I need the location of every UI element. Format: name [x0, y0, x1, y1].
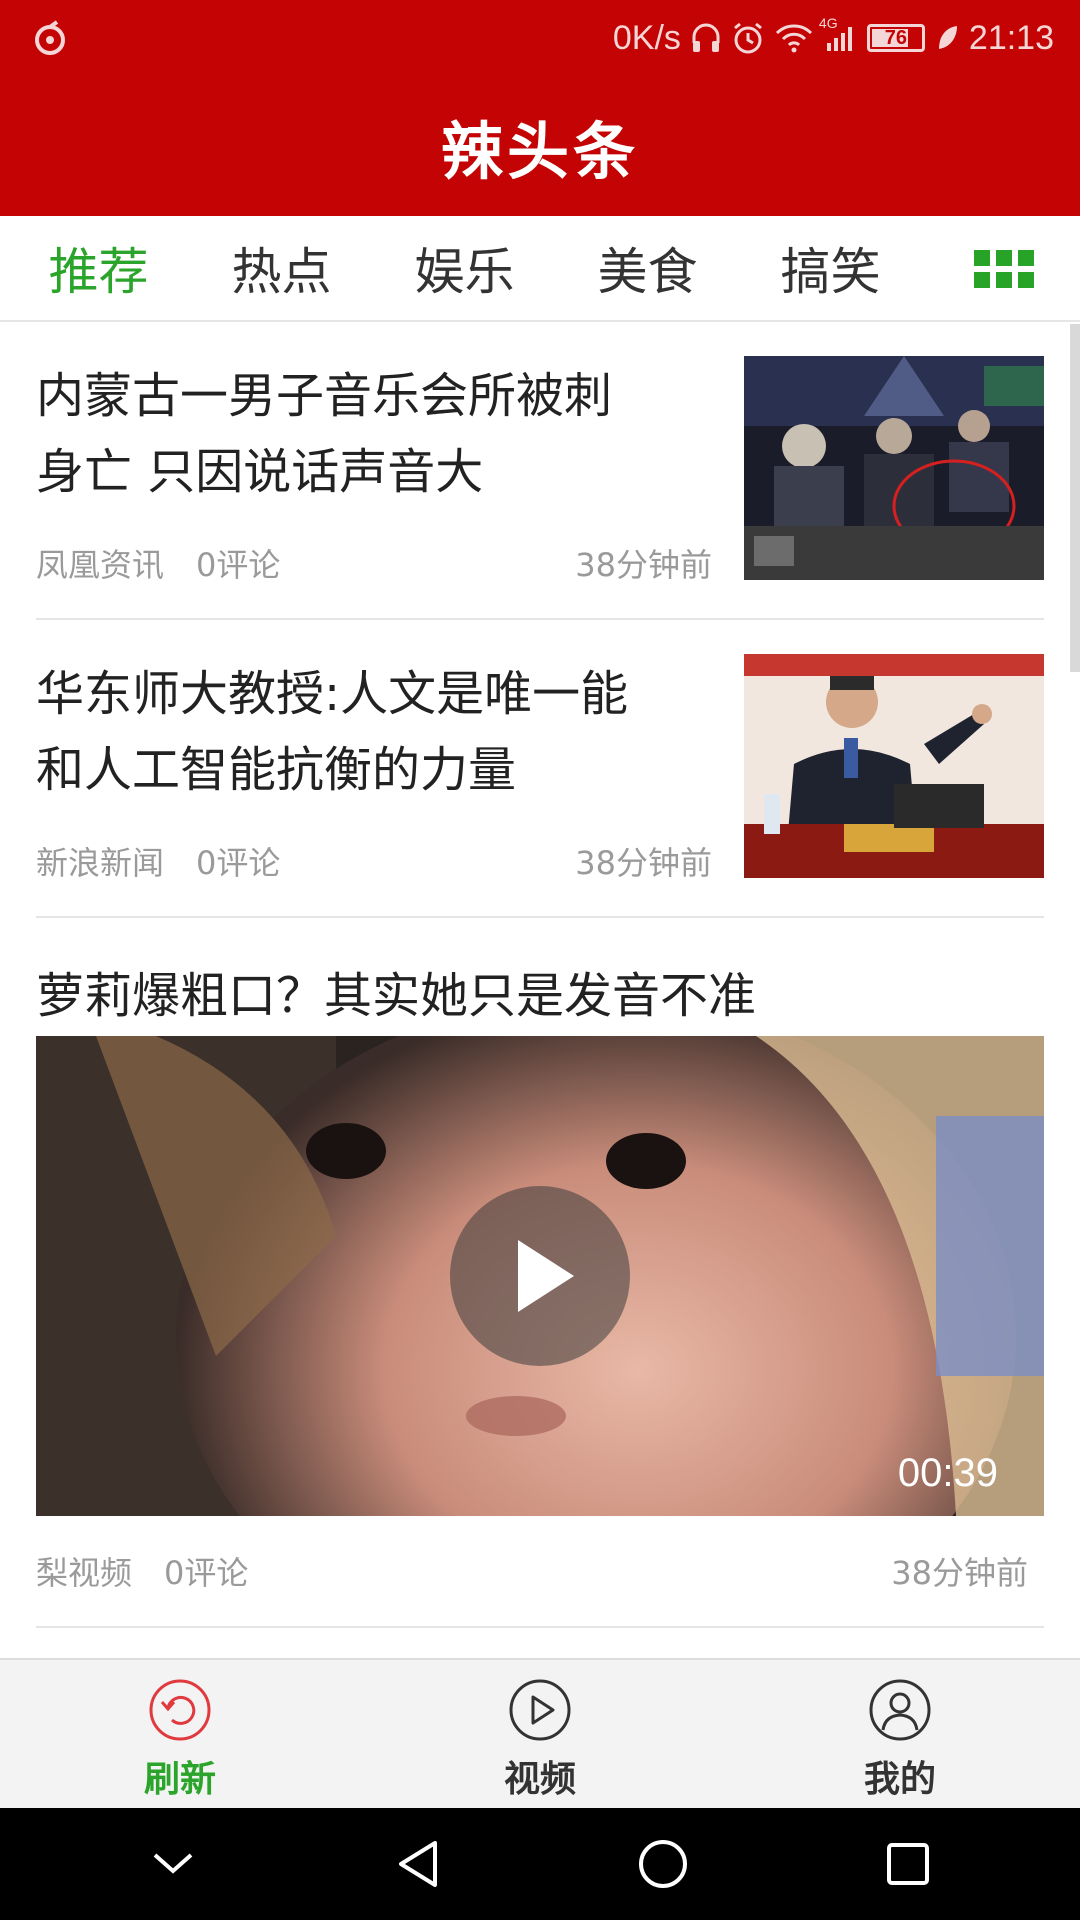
home-icon[interactable]: [623, 1824, 703, 1904]
nav-mine[interactable]: 我的: [720, 1660, 1080, 1808]
status-bar: 0K/s 4G 76 21:13: [0, 0, 1080, 76]
tab-hot[interactable]: 热点: [190, 232, 373, 304]
leaf-icon: [935, 23, 959, 53]
news-time: 38分钟前: [575, 844, 712, 882]
nav-mine-label: 我的: [863, 1759, 936, 1800]
title-bar: 辣头条: [0, 76, 1080, 216]
video-duration: 00:39: [897, 1451, 998, 1495]
user-icon: [868, 1678, 932, 1746]
clock: 21:13: [968, 18, 1054, 57]
news-item[interactable]: 内蒙古一男子音乐会所被刺 身亡 只因说话声音大 凤凰资讯 0评论 38分钟前: [36, 322, 1044, 620]
tab-funny[interactable]: 搞笑: [739, 232, 922, 304]
play-button[interactable]: [450, 1186, 630, 1366]
news-source: 新浪新闻: [36, 844, 165, 882]
network-speed: 0K/s: [612, 18, 681, 57]
news-title: 内蒙古一男子音乐会所被刺 身亡 只因说话声音大: [36, 358, 716, 510]
news-thumbnail: [744, 654, 1044, 878]
video-item[interactable]: 萝莉爆粗口？其实她只是发音不准 00:39 梨视频 0评论 38分钟前: [36, 918, 1044, 1628]
news-title-line: 身亡 只因说话声音大: [36, 444, 484, 500]
nav-refresh[interactable]: 刷新: [0, 1660, 360, 1808]
app-screen: 0K/s 4G 76 21:13 辣头条 推荐 热点 娱乐 美食 搞笑 内蒙古一…: [0, 0, 1080, 1920]
scrollbar[interactable]: [1070, 324, 1080, 672]
news-item[interactable]: 华东师大教授:人文是唯一能 和人工智能抗衡的力量 新浪新闻 0评论 38分钟前: [36, 620, 1044, 918]
video-time: 38分钟前: [891, 1554, 1028, 1592]
news-title-line: 内蒙古一男子音乐会所被刺: [36, 368, 613, 424]
app-title: 辣头条: [440, 115, 639, 188]
alarm-icon: [731, 21, 765, 55]
video-comments: 0评论: [164, 1554, 249, 1592]
news-meta: 新浪新闻 0评论 38分钟前: [36, 838, 712, 884]
news-title: 华东师大教授:人文是唯一能 和人工智能抗衡的力量: [36, 656, 716, 808]
news-comments: 0评论: [196, 844, 281, 882]
system-nav-bar: [0, 1808, 1080, 1920]
signal-icon: 4G: [819, 15, 857, 53]
tab-food[interactable]: 美食: [556, 232, 739, 304]
news-meta: 凤凰资讯 0评论 38分钟前: [36, 540, 712, 586]
video-title: 萝莉爆粗口？其实她只是发音不准: [36, 968, 757, 1024]
news-title-line: 华东师大教授:人文是唯一能: [36, 666, 629, 722]
back-icon[interactable]: [378, 1824, 458, 1904]
battery-level: 76: [884, 26, 908, 49]
video-thumbnail[interactable]: 00:39: [36, 1036, 1044, 1516]
nav-refresh-label: 刷新: [143, 1759, 216, 1800]
battery-icon: 76: [866, 24, 925, 52]
video-meta: 梨视频 0评论 38分钟前: [36, 1548, 1028, 1594]
nav-video[interactable]: 视频: [360, 1660, 720, 1808]
wifi-icon: [775, 23, 813, 53]
video-source: 梨视频: [36, 1554, 133, 1592]
grid-menu-icon[interactable]: [974, 250, 1036, 288]
bottom-nav: 刷新 视频 我的: [0, 1658, 1080, 1808]
news-thumbnail: [744, 356, 1044, 580]
news-feed[interactable]: 内蒙古一男子音乐会所被刺 身亡 只因说话声音大 凤凰资讯 0评论 38分钟前 华…: [0, 322, 1080, 1658]
headset-icon: [691, 21, 721, 55]
collapse-chevron-icon[interactable]: [133, 1824, 213, 1904]
category-tabs: 推荐 热点 娱乐 美食 搞笑: [0, 216, 1080, 322]
tab-entertainment[interactable]: 娱乐: [373, 232, 556, 304]
nav-video-label: 视频: [503, 1759, 576, 1800]
news-time: 38分钟前: [575, 546, 712, 584]
refresh-icon: [148, 1678, 212, 1746]
network-type: 4G: [818, 15, 838, 31]
app-notification-icon: [30, 18, 70, 58]
news-source: 凤凰资讯: [36, 546, 165, 584]
news-comments: 0评论: [196, 546, 281, 584]
recents-icon[interactable]: [868, 1824, 948, 1904]
news-title-line: 和人工智能抗衡的力量: [36, 742, 517, 798]
play-circle-icon: [508, 1678, 572, 1746]
tab-recommend[interactable]: 推荐: [7, 232, 190, 304]
